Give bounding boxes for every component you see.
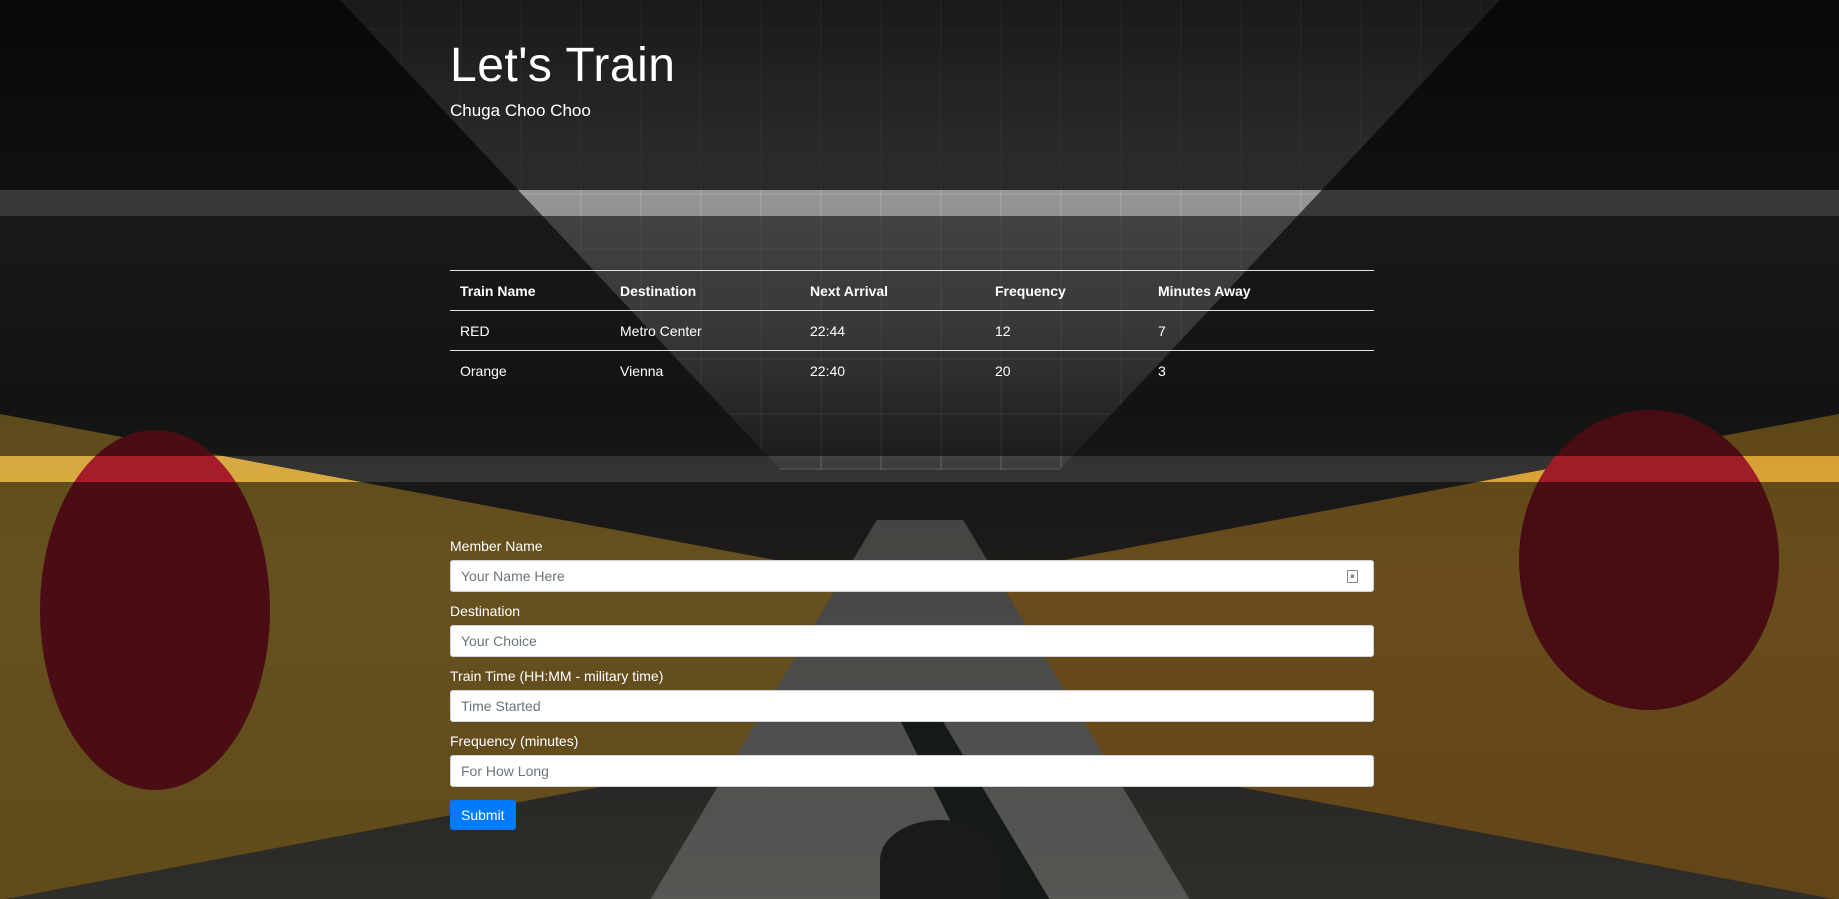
cell-frequency: 20: [985, 350, 1148, 390]
member-name-group: Member Name ▪: [450, 538, 1374, 592]
table-header-row: Train Name Destination Next Arrival Freq…: [450, 270, 1374, 311]
column-header-frequency: Frequency: [985, 270, 1148, 311]
page-title: Let's Train: [450, 39, 676, 92]
table-row: RED Metro Center 22:44 12 7: [450, 311, 1374, 351]
column-header-destination: Destination: [610, 270, 800, 311]
column-header-minutes-away: Minutes Away: [1148, 270, 1374, 311]
destination-input[interactable]: [450, 625, 1374, 657]
cell-next-arrival: 22:40: [800, 350, 985, 390]
frequency-input[interactable]: [450, 755, 1374, 787]
contact-card-icon[interactable]: ▪: [1347, 570, 1358, 583]
frequency-group: Frequency (minutes): [450, 733, 1374, 787]
cell-destination: Metro Center: [620, 322, 702, 339]
table-row: Orange Vienna 22:40 20 3: [450, 350, 1374, 390]
train-time-input[interactable]: [450, 690, 1374, 722]
column-header-next-arrival: Next Arrival: [800, 270, 985, 311]
jumbotron: [0, 0, 1839, 190]
cell-next-arrival: 22:44: [810, 322, 846, 339]
add-train-form: Member Name ▪ Destination Train Time (HH…: [450, 538, 1374, 830]
cell-train-name: Orange: [450, 350, 610, 390]
member-name-wrap: ▪: [450, 560, 1374, 592]
train-time-label: Train Time (HH:MM - military time): [450, 668, 664, 684]
column-header-train-name: Train Name: [450, 270, 610, 311]
member-name-input[interactable]: [450, 560, 1374, 592]
page-subtitle: Chuga Choo Choo: [450, 101, 591, 120]
destination-label: Destination: [450, 603, 521, 619]
cell-frequency: 12: [995, 322, 1011, 339]
destination-group: Destination: [450, 603, 1374, 657]
train-time-group: Train Time (HH:MM - military time): [450, 668, 1374, 722]
member-name-label: Member Name: [450, 538, 543, 554]
train-schedule-table: Train Name Destination Next Arrival Freq…: [450, 270, 1374, 390]
cell-train-name: RED: [460, 322, 490, 339]
cell-minutes-away: 7: [1158, 322, 1166, 339]
cell-destination: Vienna: [610, 350, 800, 390]
cell-minutes-away: 3: [1148, 350, 1374, 390]
submit-button[interactable]: Submit: [450, 800, 516, 830]
frequency-label: Frequency (minutes): [450, 733, 579, 749]
